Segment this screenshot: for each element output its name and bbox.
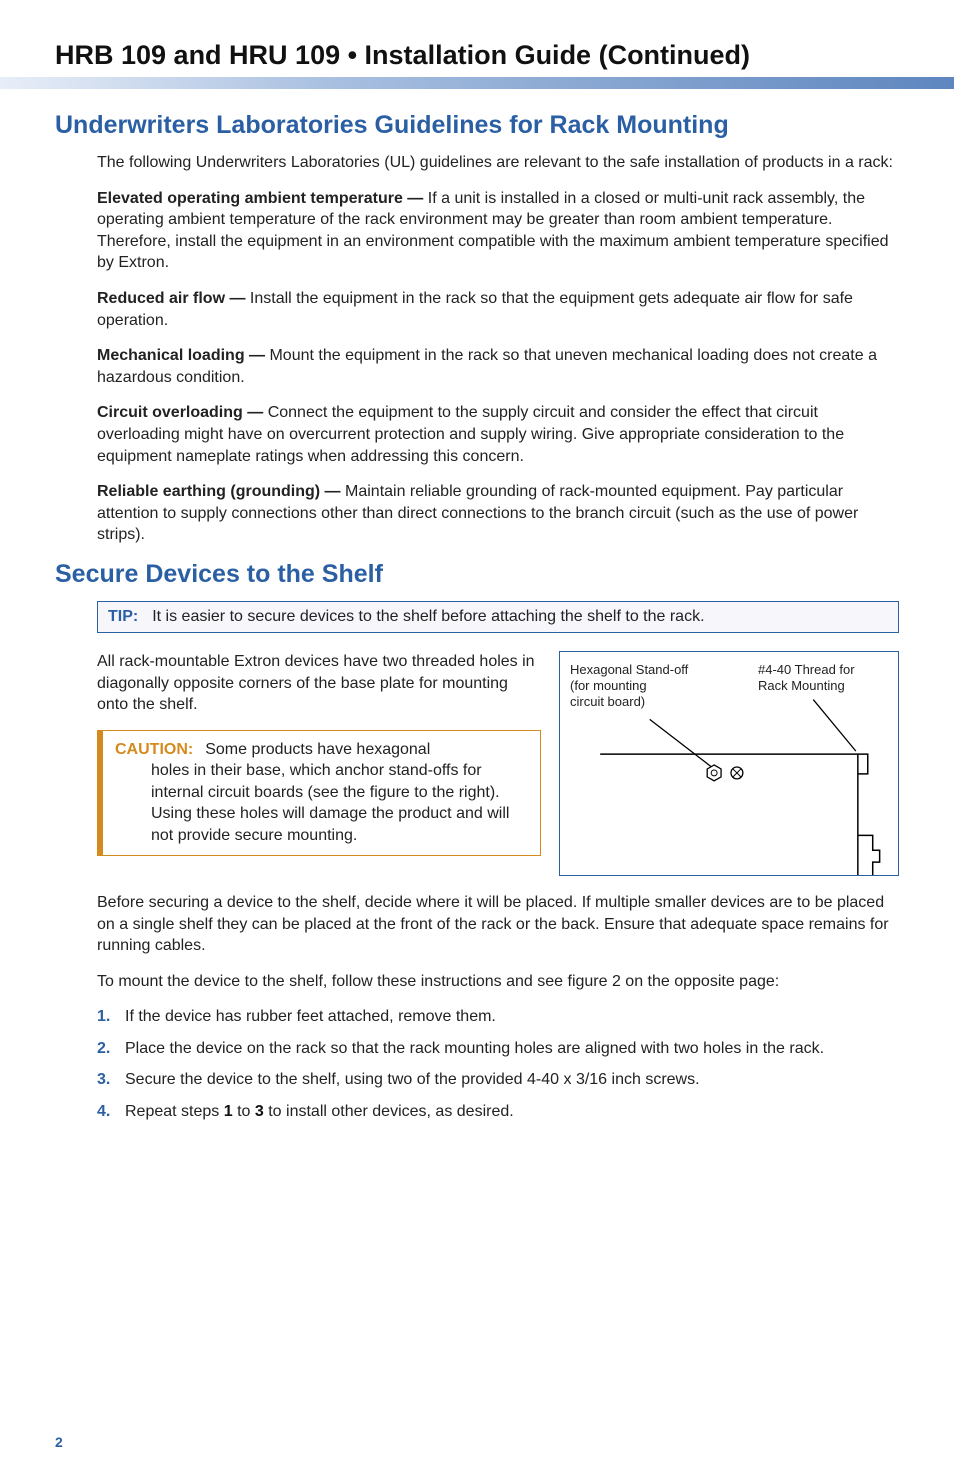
step-number: 1. [97,1006,110,1028]
section1-body: The following Underwriters Laboratories … [55,152,899,546]
tip-box: TIP: It is easier to secure devices to th… [97,601,899,633]
section1-intro: The following Underwriters Laboratories … [97,152,899,174]
step-number: 2. [97,1038,110,1060]
section2-heading: Secure Devices to the Shelf [55,560,899,589]
diagram-svg [560,652,898,875]
right-column: Hexagonal Stand-off (for mounting circui… [559,651,899,876]
guideline-item: Mechanical loading — Mount the equipment… [97,345,899,388]
section1-heading: Underwriters Laboratories Guidelines for… [55,111,899,140]
guideline-item: Reduced air flow — Install the equipment… [97,288,899,331]
doc-title: HRB 109 and HRU 109 • Installation Guide… [55,40,899,71]
caution-rest: holes in their base, which anchor stand-… [115,760,528,846]
step-ref-3: 3 [255,1103,264,1120]
step-number: 4. [97,1101,110,1123]
list-item: 4. Repeat steps 1 to 3 to install other … [97,1101,899,1123]
step-text: If the device has rubber feet attached, … [125,1008,496,1025]
guideline-term: Reduced air flow — [97,290,245,307]
guideline-item: Reliable earthing (grounding) — Maintain… [97,481,899,546]
step-mid: to [233,1103,255,1120]
mounting-diagram: Hexagonal Stand-off (for mounting circui… [559,651,899,876]
step-number: 3. [97,1069,110,1091]
step-post: to install other devices, as desired. [264,1103,514,1120]
step-pre: Repeat steps [125,1103,224,1120]
step-ref-1: 1 [224,1103,233,1120]
page-number: 2 [55,1434,63,1450]
guideline-term: Mechanical loading — [97,347,265,364]
guideline-item: Circuit overloading — Connect the equipm… [97,402,899,467]
guideline-item: Elevated operating ambient temperature —… [97,188,899,274]
caution-label: CAUTION: [115,741,193,758]
caution-lead: Some products have hexagonal [205,741,430,758]
para-instructions-lead: To mount the device to the shelf, follow… [97,971,899,993]
steps-list: 1. If the device has rubber feet attache… [97,1006,899,1122]
tip-text: It is easier to secure devices to the sh… [152,608,704,625]
para-threaded-holes: All rack-mountable Extron devices have t… [97,651,541,716]
guideline-term: Circuit overloading — [97,404,263,421]
para-placement: Before securing a device to the shelf, d… [97,892,899,957]
two-column-row: All rack-mountable Extron devices have t… [97,651,899,876]
left-column: All rack-mountable Extron devices have t… [97,651,541,856]
tip-label: TIP: [108,608,138,625]
step-text: Place the device on the rack so that the… [125,1040,824,1057]
guideline-term: Elevated operating ambient temperature — [97,190,423,207]
title-gradient-band [0,77,954,89]
list-item: 3. Secure the device to the shelf, using… [97,1069,899,1091]
caution-box: CAUTION: Some products have hexagonal hol… [97,730,541,856]
list-item: 1. If the device has rubber feet attache… [97,1006,899,1028]
section2-body: TIP: It is easier to secure devices to th… [55,601,899,1123]
guideline-term: Reliable earthing (grounding) — [97,483,341,500]
step-text: Secure the device to the shelf, using tw… [125,1071,700,1088]
list-item: 2. Place the device on the rack so that … [97,1038,899,1060]
